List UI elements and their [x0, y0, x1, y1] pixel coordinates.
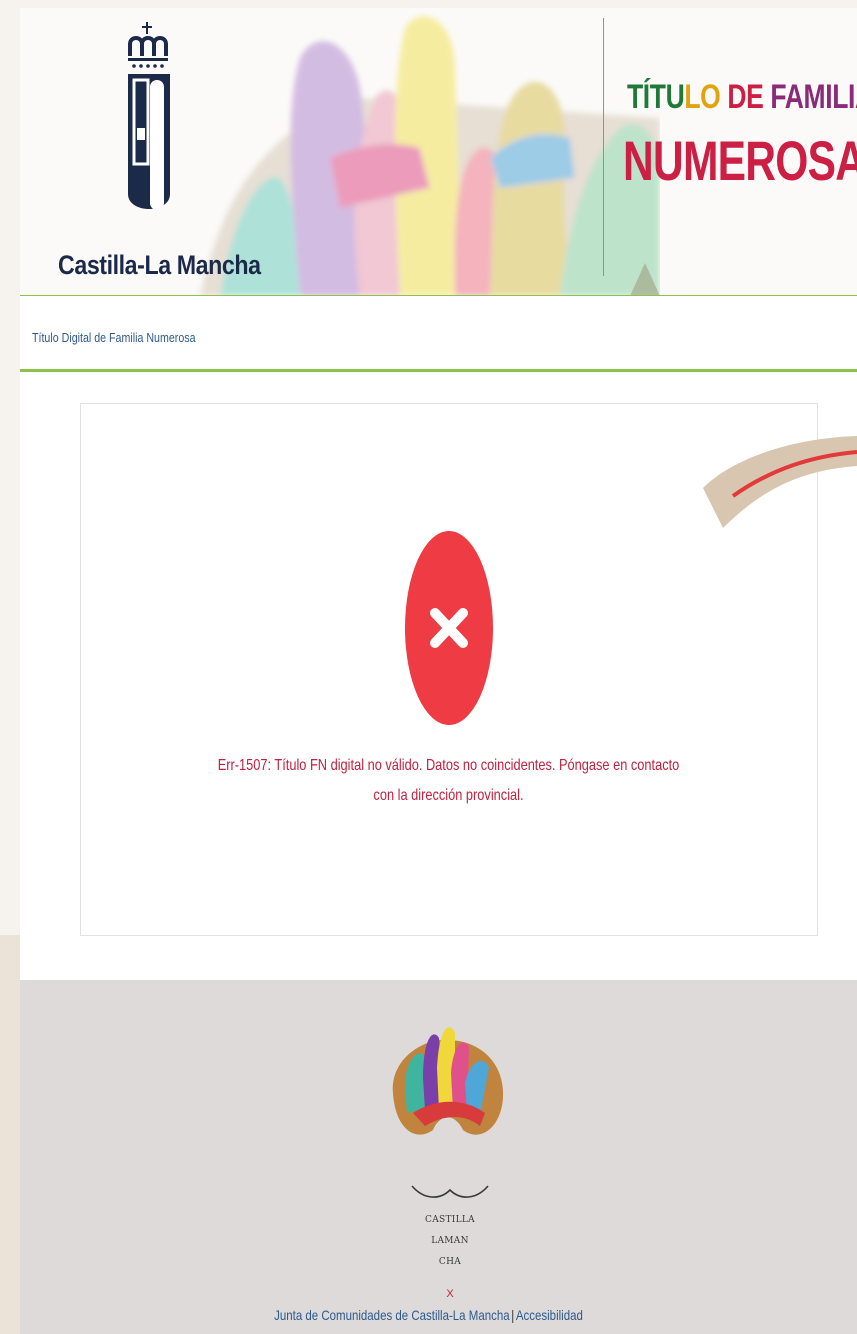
breadcrumb-link[interactable]: Título Digital de Familia Numerosa [32, 330, 196, 345]
brush-stroke-decoration [703, 436, 857, 528]
site-title-line2: NUMEROSA [623, 129, 857, 192]
header-banner: Castilla-La Mancha TÍTULO DE FAMILIA NUM… [20, 8, 857, 296]
title-part-4: FAMILIA [770, 78, 857, 116]
footer-brand-text: CASTILLA LAMAN CHA [400, 1210, 500, 1273]
error-line-1: Err-1507: Título FN digital no válido. D… [217, 757, 680, 774]
error-message: Err-1507: Título FN digital no válido. D… [146, 751, 752, 811]
breadcrumb-rule [20, 369, 857, 372]
footer-link-junta[interactable]: Junta de Comunidades de Castilla-La Manc… [274, 1307, 509, 1323]
footer-brand-mark: X [446, 1288, 454, 1300]
header-rule [20, 295, 857, 296]
title-part-2: LO [684, 78, 721, 116]
error-x-icon [405, 531, 493, 725]
footer-links: Junta de Comunidades de Castilla-La Manc… [77, 1307, 780, 1323]
page: Castilla-La Mancha TÍTULO DE FAMILIA NUM… [20, 8, 857, 1334]
error-line-2: con la dirección provincial. [373, 787, 524, 804]
shield-icon [128, 74, 170, 210]
footer-brand-line-1: CASTILLA [425, 1215, 475, 1225]
site-title-line1: TÍTULO DE FAMILIA [627, 78, 857, 117]
logo-text: Castilla-La Mancha [58, 250, 261, 280]
footer-brand-line-3: CHA [438, 1257, 462, 1267]
title-part-1: TÍTU [627, 78, 685, 116]
footer-smile-mark [411, 1185, 489, 1198]
footer-link-accesibilidad[interactable]: Accesibilidad [516, 1307, 583, 1323]
background-band [0, 935, 20, 1334]
castilla-la-mancha-logo[interactable]: Castilla-La Mancha [38, 16, 261, 291]
footer-separator: | [511, 1307, 515, 1323]
title-part-3: DE [720, 78, 771, 116]
header-divider [603, 18, 604, 276]
footer-brand-line-2: LAMAN [431, 1236, 469, 1246]
footer-hands-emblem [392, 1027, 504, 1135]
crown-icon [128, 22, 168, 68]
